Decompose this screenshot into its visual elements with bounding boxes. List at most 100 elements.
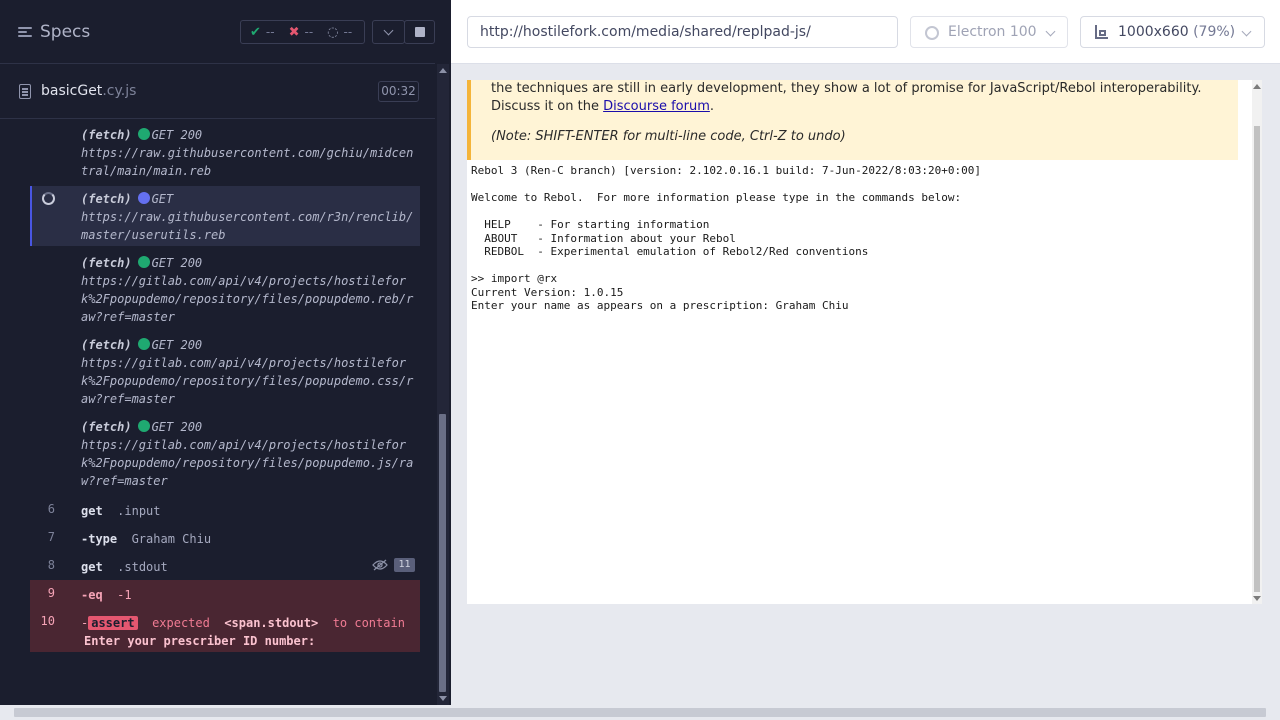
command-row-assert[interactable]: 10 - assert expected <span.stdout> to con… — [30, 608, 420, 652]
command-content: (fetch) GET https://raw.githubusercontent… — [81, 190, 414, 244]
discourse-forum-link[interactable]: Discourse forum — [603, 99, 710, 114]
stats-bar: ✔ -- ✖ -- ◌ -- — [240, 20, 365, 44]
note-text: the techniques are still in early develo… — [491, 81, 1202, 114]
command-name: -type — [81, 532, 118, 546]
menu-icon — [18, 26, 32, 38]
passed-stat: ✔ -- — [250, 25, 275, 40]
command-arg: -1 — [117, 588, 132, 602]
command-name: -eq — [81, 588, 103, 602]
aut-scrollbar[interactable] — [1239, 80, 1262, 604]
stop-button[interactable] — [404, 20, 435, 44]
browser-icon — [925, 26, 939, 40]
command-number: 6 — [47, 502, 55, 516]
command-url: https://raw.githubusercontent.com/gchiu/… — [81, 146, 414, 178]
reporter-header: Specs ✔ -- ✖ -- ◌ -- — [0, 0, 435, 64]
status-dot-icon — [137, 128, 150, 140]
command-name: (fetch) — [81, 256, 132, 270]
spec-bar: basicGet.cy.js — [0, 65, 435, 119]
command-row-type[interactable]: 7 -type Graham Chiu — [30, 528, 420, 554]
reporter-panel: Specs ✔ -- ✖ -- ◌ -- basicGet.cy.js 00:32 (… — [0, 0, 451, 720]
command-row-fetch[interactable]: (fetch) GET 200 https://raw.githubusercon… — [30, 120, 420, 184]
command-url: https://gitlab.com/api/v4/projects/hosti… — [81, 274, 414, 324]
assert-element: <span.stdout> — [224, 616, 319, 630]
scroll-up-icon[interactable] — [439, 68, 447, 73]
command-name: (fetch) — [81, 420, 132, 434]
assert-message: expected — [152, 616, 210, 630]
command-name: (fetch) — [81, 192, 132, 206]
viewport-size: 1000x660 — [1118, 24, 1189, 40]
note-end: . — [709, 99, 715, 114]
command-name: (fetch) — [81, 128, 132, 142]
command-content: (fetch) GET 200 https://raw.githubusercon… — [81, 126, 414, 180]
command-status: GET 200 — [151, 338, 203, 352]
command-row-eq[interactable]: 9 -eq -1 — [30, 580, 420, 608]
command-url: https://gitlab.com/api/v4/projects/hosti… — [81, 356, 414, 406]
command-row-fetch[interactable]: (fetch) GET 200 https://gitlab.com/api/v4… — [30, 418, 420, 492]
file-icon — [19, 84, 31, 99]
specs-title-text: Specs — [40, 22, 91, 42]
scroll-thumb[interactable] — [439, 414, 446, 692]
scroll-thumb[interactable] — [14, 708, 1266, 717]
repl-console[interactable]: Rebol 3 (Ren-C branch) [version: 2.102.0… — [471, 164, 981, 313]
command-status: GET — [151, 192, 174, 206]
element-count-badge: 11 — [394, 558, 415, 572]
command-content: (fetch) GET 200 https://gitlab.com/api/v4… — [81, 418, 414, 490]
pending-count: -- — [343, 25, 353, 39]
command-row-fetch[interactable]: (fetch) GET 200 https://gitlab.com/api/v4… — [30, 254, 420, 328]
command-row-get[interactable]: 8 get .stdout 11 — [30, 556, 420, 582]
info-note: the techniques are still in early develo… — [467, 80, 1238, 160]
scroll-up-icon[interactable] — [1253, 84, 1261, 89]
stop-icon — [414, 27, 425, 37]
status-dot-icon — [137, 192, 150, 204]
viewport-icon — [1095, 25, 1108, 39]
command-arg: .input — [117, 504, 161, 518]
chevron-down-icon — [1045, 26, 1056, 37]
status-dot-icon — [137, 256, 150, 268]
command-row-get[interactable]: 6 get .input — [30, 500, 420, 526]
command-status: GET 200 — [151, 128, 203, 142]
status-dot-icon — [137, 338, 150, 350]
options-dropdown-button[interactable] — [372, 20, 405, 44]
spec-filename: basicGet — [41, 83, 103, 99]
scroll-down-icon[interactable] — [439, 696, 447, 701]
reporter-scrollbar[interactable] — [437, 64, 449, 705]
passed-count: -- — [265, 25, 275, 39]
command-number: 8 — [47, 558, 55, 572]
failed-count: -- — [304, 25, 314, 39]
command-status: GET 200 — [151, 256, 203, 270]
specs-toggle[interactable]: Specs — [18, 20, 90, 44]
viewport-select[interactable]: 1000x660 (79%) — [1080, 16, 1265, 48]
command-name: (fetch) — [81, 338, 132, 352]
command-name: get — [81, 560, 103, 574]
pending-stat: ◌ -- — [327, 25, 352, 40]
failed-stat: ✖ -- — [289, 25, 314, 40]
spinner-icon: ◌ — [327, 24, 339, 40]
horizontal-scrollbar[interactable] — [0, 705, 1280, 720]
assert-expected-value: Enter your prescriber ID number: — [84, 634, 316, 648]
check-icon: ✔ — [250, 24, 261, 40]
duration-badge: 00:32 — [378, 81, 419, 102]
command-content: (fetch) GET 200 https://gitlab.com/api/v4… — [81, 254, 414, 326]
command-row-fetch[interactable]: (fetch) GET 200 https://gitlab.com/api/v4… — [30, 336, 420, 410]
browser-label: Electron 100 — [948, 24, 1037, 40]
command-status: GET 200 — [151, 420, 203, 434]
command-row-fetch-pending[interactable]: (fetch) GET https://raw.githubusercontent… — [30, 186, 420, 246]
status-dot-icon — [137, 420, 150, 432]
assert-badge: assert — [88, 616, 138, 630]
viewport-scale: (79%) — [1193, 24, 1236, 40]
eye-slash-icon — [372, 559, 388, 571]
command-url: https://gitlab.com/api/v4/projects/hosti… — [81, 438, 414, 488]
spinner-icon — [42, 192, 55, 205]
command-name: get — [81, 504, 103, 518]
command-number: 9 — [47, 586, 55, 600]
chevron-down-icon — [383, 25, 394, 35]
x-icon: ✖ — [288, 24, 300, 40]
scroll-thumb[interactable] — [1254, 126, 1260, 592]
aut-header: http://hostilefork.com/media/shared/repl… — [451, 0, 1280, 64]
url-field[interactable]: http://hostilefork.com/media/shared/repl… — [467, 16, 898, 48]
command-url: https://raw.githubusercontent.com/r3n/re… — [81, 210, 414, 242]
scroll-down-icon[interactable] — [1253, 596, 1261, 601]
spec-name[interactable]: basicGet.cy.js — [41, 83, 136, 99]
browser-select[interactable]: Electron 100 — [910, 16, 1068, 48]
note-hint: (Note: SHIFT-ENTER for multi-line code, … — [491, 129, 846, 144]
